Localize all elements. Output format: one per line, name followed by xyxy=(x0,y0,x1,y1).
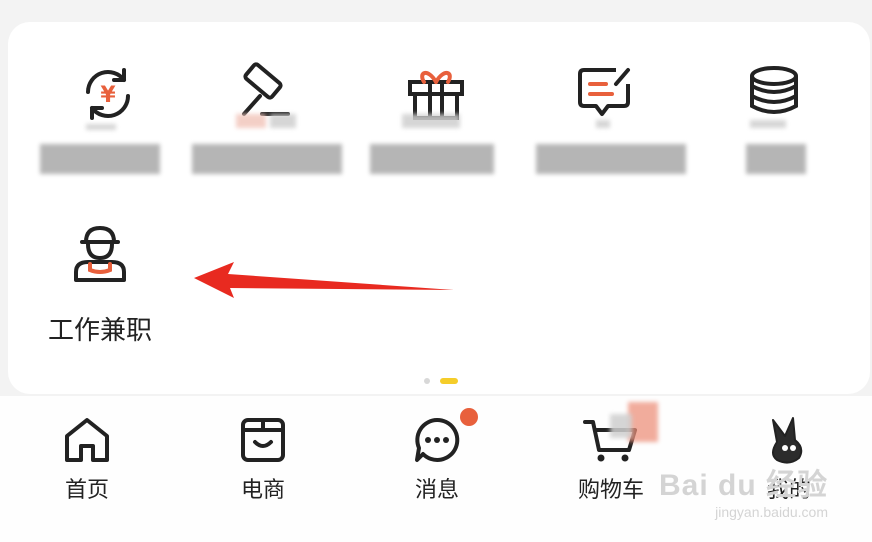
tab-home-label: 首页 xyxy=(64,478,109,503)
svg-text:¥: ¥ xyxy=(100,83,116,108)
services-card: ¥ 工作兼职 xyxy=(8,22,870,394)
shopping-box-icon xyxy=(241,418,285,462)
service-item-part-time-job[interactable]: 工作兼职 xyxy=(38,220,162,350)
rabbit-profile-icon xyxy=(772,417,803,464)
tab-ecommerce-label: 电商 xyxy=(240,478,285,503)
baidu-jingyan-watermark: Bai du 经验 jingyan.baidu.com xyxy=(658,469,828,520)
message-edit-icon xyxy=(578,68,630,116)
tab-ecommerce[interactable]: 电商 xyxy=(208,414,318,504)
tab-home[interactable]: 首页 xyxy=(32,414,142,504)
tab-messages[interactable]: 消息 xyxy=(382,408,492,504)
chat-bubble-icon xyxy=(415,417,460,462)
home-icon xyxy=(65,418,109,462)
page-dot-inactive[interactable] xyxy=(424,378,430,384)
service-item-4[interactable] xyxy=(544,62,664,126)
service-item-5[interactable] xyxy=(714,62,834,126)
service-item-1[interactable]: ¥ xyxy=(48,62,168,126)
tab-cart-label: 购物车 xyxy=(577,478,644,503)
coin-stack-icon xyxy=(750,66,798,114)
part-time-job-label: 工作兼职 xyxy=(47,316,152,346)
annotation-arrow xyxy=(194,262,454,298)
page-indicator xyxy=(424,378,464,386)
yuan-exchange-icon: ¥ xyxy=(86,68,130,120)
tab-messages-label: 消息 xyxy=(414,478,459,503)
worker-icon xyxy=(74,225,126,282)
page-dot-active[interactable] xyxy=(440,378,458,384)
unread-badge xyxy=(460,408,478,426)
